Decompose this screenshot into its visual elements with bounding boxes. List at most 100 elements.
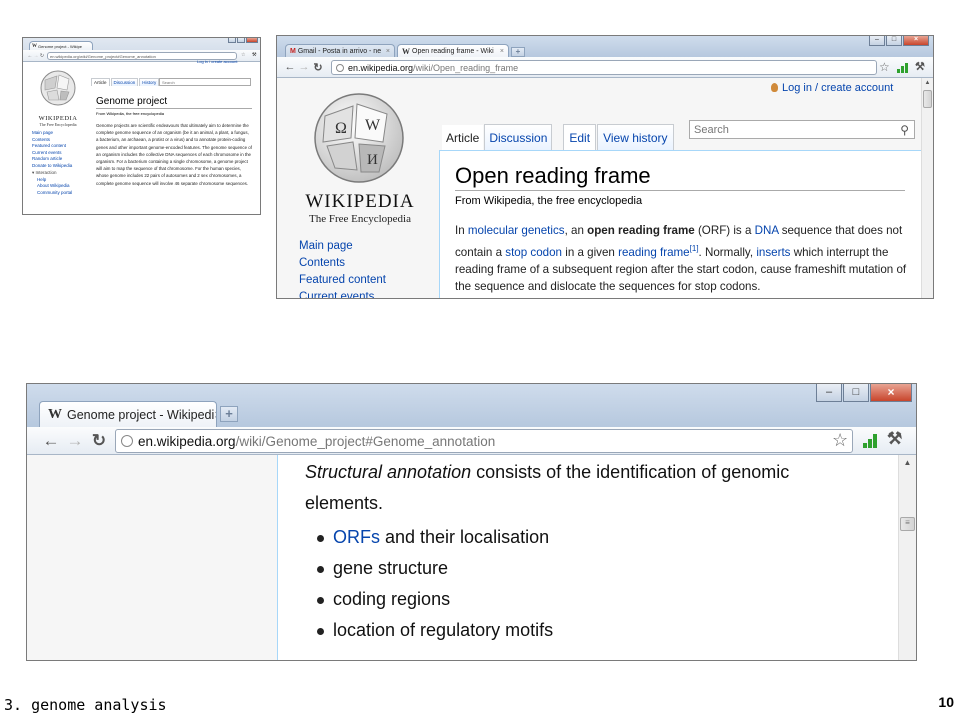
tab-view-history[interactable]: View history xyxy=(597,124,674,150)
new-tab-button[interactable]: + xyxy=(220,406,238,422)
sidebar-item-donate[interactable]: Donate to Wikipedia xyxy=(32,163,72,170)
list-item: coding regions xyxy=(305,584,553,615)
scroll-thumb[interactable]: ≡ xyxy=(900,517,915,531)
term-open-reading-frame: open reading frame xyxy=(587,224,695,237)
sidebar-item-contents[interactable]: Contents xyxy=(299,255,386,272)
wikipedia-globe-icon xyxy=(40,70,76,106)
globe-icon xyxy=(336,63,344,72)
reference-link[interactable]: [1] xyxy=(690,244,699,253)
tab-edit[interactable]: Edit xyxy=(563,124,597,150)
sidebar-item-community-portal[interactable]: Community portal xyxy=(32,190,72,197)
search-input[interactable]: Search xyxy=(159,78,251,86)
link-molecular-genetics[interactable]: molecular genetics xyxy=(468,224,565,237)
list-item: location of regulatory motifs xyxy=(305,615,553,646)
reload-icon[interactable]: ↻ xyxy=(87,431,111,451)
wikipedia-globe-icon: Ω W И xyxy=(314,93,404,183)
search-placeholder: Search xyxy=(694,123,729,136)
minimize-icon[interactable]: – xyxy=(869,36,885,46)
back-icon[interactable]: ← xyxy=(283,61,297,73)
list-item: ORFs and their localisation xyxy=(305,522,553,553)
para-text: In xyxy=(455,224,468,237)
sidebar-item-about[interactable]: About Wikipedia xyxy=(32,183,72,190)
login-link[interactable]: Log in / create account xyxy=(771,82,893,94)
page-content: Log in / create account Ω W И WIKIPEDIA … xyxy=(277,78,923,298)
list-item: gene structure xyxy=(305,553,553,584)
search-icon[interactable]: ⚲ xyxy=(900,123,909,137)
wrench-menu-icon[interactable]: ⚒ xyxy=(915,60,925,73)
tab-gmail[interactable]: M Gmail - Posta in arrivo - ne × xyxy=(285,44,395,58)
vertical-scrollbar[interactable]: ▲ ≡ xyxy=(898,455,916,660)
signal-extension-icon[interactable] xyxy=(863,434,877,448)
wrench-menu-icon[interactable]: ⚒ xyxy=(887,429,902,449)
tab-article[interactable]: Article xyxy=(442,125,484,150)
close-icon[interactable]: × xyxy=(903,36,929,46)
maximize-icon[interactable] xyxy=(237,38,245,43)
genome-annotation-window: W Genome project - Wikipedi × + – □ × ← … xyxy=(26,383,917,661)
article-paragraph: In molecular genetics, an open reading f… xyxy=(455,222,907,296)
signal-extension-icon[interactable] xyxy=(897,63,908,73)
forward-icon[interactable]: → xyxy=(63,431,87,451)
scroll-thumb[interactable] xyxy=(923,90,932,108)
link-orfs[interactable]: ORFs xyxy=(333,527,380,547)
sidebar-item-featured-content[interactable]: Featured content xyxy=(299,272,386,289)
address-bar[interactable]: en.wikipedia.org/wiki/Open_reading_frame xyxy=(331,60,877,75)
maximize-icon[interactable]: □ xyxy=(886,36,902,46)
reload-icon[interactable]: ↻ xyxy=(311,61,325,74)
address-bar[interactable]: en.wikipedia.org/wiki/Genome_project#Gen… xyxy=(115,429,853,453)
bookmark-star-icon[interactable]: ☆ xyxy=(879,60,890,74)
tab-open-reading-frame[interactable]: W Open reading frame - Wiki × xyxy=(397,44,509,58)
tab-history[interactable]: History xyxy=(139,78,160,86)
tab-discussion[interactable]: Discussion xyxy=(110,78,139,86)
link-dna[interactable]: DNA xyxy=(755,224,779,237)
para-text: elements. xyxy=(305,493,384,513)
close-icon[interactable]: × xyxy=(870,384,912,402)
search-placeholder: Search xyxy=(162,79,175,85)
link-inserts[interactable]: inserts xyxy=(756,245,790,258)
minimize-icon[interactable] xyxy=(228,38,236,43)
close-tab-icon[interactable]: × xyxy=(500,48,504,55)
close-tab-icon[interactable]: × xyxy=(214,407,216,422)
tab-discussion[interactable]: Discussion xyxy=(484,124,553,150)
tab-genome-project[interactable]: W Genome project - Wikipedi × xyxy=(39,401,217,427)
globe-icon xyxy=(121,435,133,447)
window-titlebar: M Gmail - Posta in arrivo - ne × W Open … xyxy=(277,36,933,58)
login-link[interactable]: Log in / create account xyxy=(197,59,237,64)
link-reading-frame[interactable]: reading frame xyxy=(618,245,690,258)
new-tab-button[interactable]: + xyxy=(511,47,525,57)
minimize-icon[interactable]: – xyxy=(816,384,842,402)
wrench-menu-icon[interactable]: ⚒ xyxy=(252,52,256,58)
sidebar-item-main-page[interactable]: Main page xyxy=(299,238,386,255)
wikipedia-tab-icon: W xyxy=(32,43,37,49)
reload-icon[interactable]: ↻ xyxy=(39,53,45,59)
scroll-up-icon[interactable]: ▲ xyxy=(899,458,916,467)
window-controls: – □ × xyxy=(869,36,929,46)
user-icon xyxy=(771,83,778,92)
article-paragraph: Genome projects are scientific endeavour… xyxy=(96,123,252,186)
bookmark-star-icon[interactable]: ☆ xyxy=(241,52,245,58)
wikipedia-tab-icon: W xyxy=(402,47,410,56)
url-path: /wiki/Open_reading_frame xyxy=(413,62,519,73)
page-title: Genome project xyxy=(96,96,252,109)
logo-wordmark: WIKIPEDIA xyxy=(38,115,78,122)
tab-article[interactable]: Article xyxy=(91,78,110,86)
back-icon[interactable]: ← xyxy=(39,431,63,451)
page-tabs: Article Discussion History xyxy=(91,78,160,86)
bookmark-star-icon[interactable]: ☆ xyxy=(832,430,848,451)
link-stop-codon[interactable]: stop codon xyxy=(505,245,562,258)
forward-icon[interactable]: → xyxy=(297,61,311,73)
tab-title: Gmail - Posta in arrivo - ne xyxy=(297,48,382,55)
genome-project-thumbnail-window: W Genome project - Wikipe ← → ↻ en.wikip… xyxy=(22,37,261,215)
svg-text:Ω: Ω xyxy=(335,120,347,137)
sidebar-item-current-events[interactable]: Current events xyxy=(299,289,386,298)
vertical-scrollbar[interactable]: ▲ xyxy=(921,78,933,298)
close-tab-icon[interactable]: × xyxy=(386,48,390,55)
search-input[interactable]: Search ⚲ xyxy=(689,120,915,139)
tab-genome-project[interactable]: W Genome project - Wikipe xyxy=(29,41,93,50)
scroll-up-icon[interactable]: ▲ xyxy=(922,80,933,86)
browser-toolbar: ← → ↻ en.wikipedia.org/wiki/Genome_proje… xyxy=(27,427,916,455)
maximize-icon[interactable]: □ xyxy=(843,384,869,402)
url-path: /wiki/Genome_project#Genome_annotation xyxy=(235,433,496,449)
page-title: Open reading frame xyxy=(455,162,905,191)
sidebar: Main page Contents Featured content Curr… xyxy=(299,238,386,298)
close-icon[interactable] xyxy=(246,38,258,43)
